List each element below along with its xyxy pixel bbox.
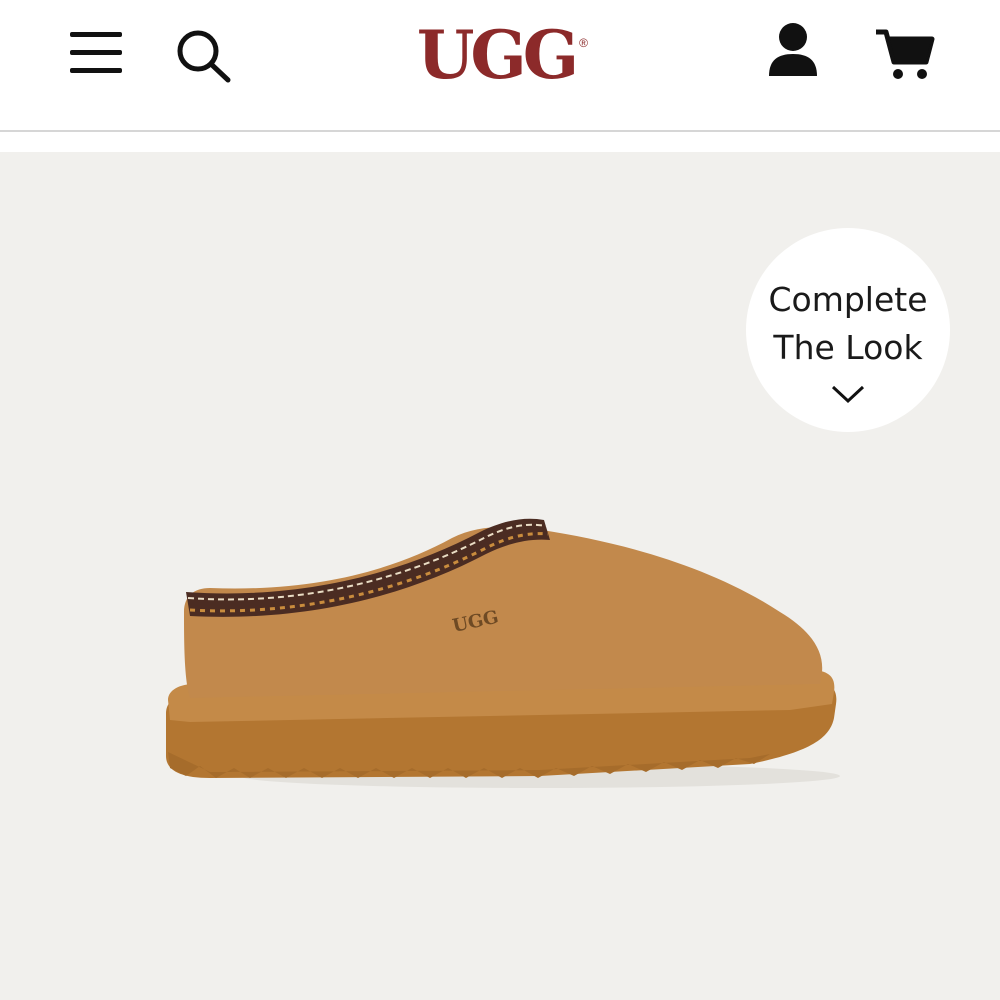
complete-the-look-button[interactable]: Complete The Look [746,228,950,432]
search-button[interactable] [172,26,234,86]
search-icon [177,30,231,83]
site-header: UGG ® [0,0,1000,130]
complete-the-look-label-line2: The Look [773,328,923,367]
logo-text: UGG [416,16,579,94]
shopping-cart-icon [876,29,935,79]
ugg-logo[interactable]: UGG ® [402,12,590,100]
hamburger-menu-icon [70,32,122,73]
complete-the-look-label-line1: Complete [768,280,928,319]
account-button[interactable] [764,20,822,80]
menu-button[interactable] [66,28,124,78]
cart-button[interactable] [872,24,936,84]
registered-mark: ® [579,36,588,50]
product-image: UGG [166,518,840,788]
header-divider [0,130,1000,132]
chevron-down-icon [831,385,865,404]
account-icon [769,23,817,76]
